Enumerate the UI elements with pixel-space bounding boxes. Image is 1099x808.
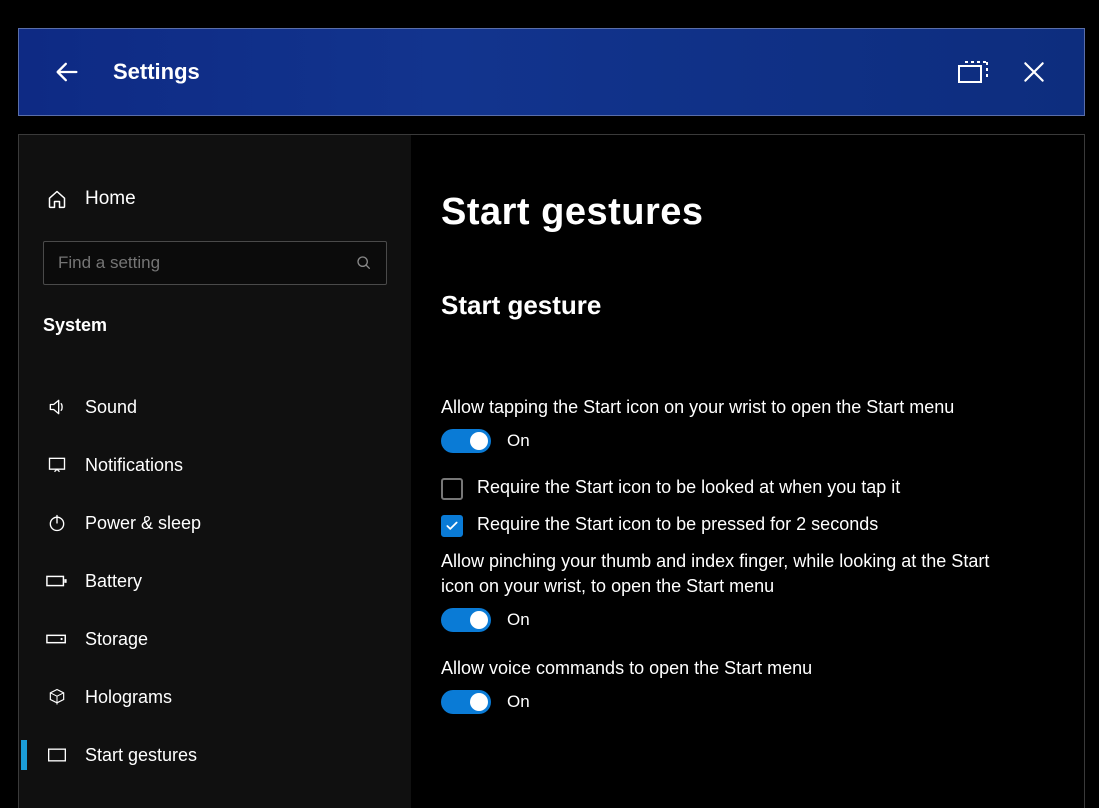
storage-icon (43, 632, 71, 646)
sidebar-item-power-sleep[interactable]: Power & sleep (19, 494, 411, 552)
search-input[interactable] (58, 253, 354, 273)
sound-icon (43, 397, 71, 417)
start-gestures-icon (43, 747, 71, 763)
checkbox-require-look[interactable] (441, 478, 463, 500)
sidebar-category: System (43, 315, 387, 336)
follow-me-button[interactable] (944, 42, 1004, 102)
sidebar-item-label: Sound (85, 397, 137, 418)
sidebar-item-holograms[interactable]: Holograms (19, 668, 411, 726)
checkbox-label: Require the Start icon to be pressed for… (477, 514, 878, 535)
holograms-icon (43, 687, 71, 707)
toggle-tap-start[interactable] (441, 429, 491, 453)
checkbox-require-press[interactable] (441, 515, 463, 537)
window-icon (957, 58, 991, 86)
search-icon (354, 255, 374, 271)
setting-voice: Allow voice commands to open the Start m… (441, 656, 1038, 714)
back-button[interactable] (47, 52, 87, 92)
close-icon (1021, 59, 1047, 85)
sidebar-item-sound[interactable]: Sound (19, 378, 411, 436)
setting-pinch: Allow pinching your thumb and index fing… (441, 549, 1038, 632)
power-icon (43, 513, 71, 533)
sidebar-item-label: Holograms (85, 687, 172, 708)
back-arrow-icon (53, 58, 81, 86)
sidebar-nav: Sound Notifications Power & sleep Batter… (19, 378, 411, 784)
setting-label: Allow pinching your thumb and index fing… (441, 549, 1001, 598)
toggle-state: On (507, 431, 530, 451)
setting-tap-start: Allow tapping the Start icon on your wri… (441, 395, 1038, 537)
toggle-voice[interactable] (441, 690, 491, 714)
home-label: Home (85, 188, 136, 210)
sidebar-item-label: Power & sleep (85, 513, 201, 534)
title-text: Settings (113, 59, 200, 85)
search-box[interactable] (43, 241, 387, 285)
checkbox-label: Require the Start icon to be looked at w… (477, 477, 900, 498)
close-button[interactable] (1004, 42, 1064, 102)
toggle-pinch[interactable] (441, 608, 491, 632)
section-title: Start gesture (441, 290, 1038, 321)
checkbox-row-press: Require the Start icon to be pressed for… (441, 514, 1038, 537)
notifications-icon (43, 455, 71, 475)
sidebar-item-home[interactable]: Home (43, 175, 387, 223)
titlebar: Settings (18, 28, 1085, 116)
toggle-state: On (507, 610, 530, 630)
battery-icon (43, 574, 71, 588)
toggle-state: On (507, 692, 530, 712)
sidebar-item-label: Start gestures (85, 745, 197, 766)
sidebar-item-label: Storage (85, 629, 148, 650)
page-title: Start gestures (441, 191, 1038, 234)
sidebar-item-start-gestures[interactable]: Start gestures (19, 726, 411, 784)
sidebar-item-label: Battery (85, 571, 142, 592)
body-panel: Home System Sound Notifications (18, 134, 1085, 808)
setting-label: Allow voice commands to open the Start m… (441, 656, 1001, 680)
home-icon (43, 189, 71, 209)
checkbox-row-look: Require the Start icon to be looked at w… (441, 477, 1038, 500)
sidebar: Home System Sound Notifications (19, 135, 411, 808)
main-content: Start gestures Start gesture Allow tappi… (411, 135, 1084, 808)
sidebar-item-battery[interactable]: Battery (19, 552, 411, 610)
sidebar-item-label: Notifications (85, 455, 183, 476)
setting-label: Allow tapping the Start icon on your wri… (441, 395, 1001, 419)
sidebar-item-notifications[interactable]: Notifications (19, 436, 411, 494)
sidebar-item-storage[interactable]: Storage (19, 610, 411, 668)
